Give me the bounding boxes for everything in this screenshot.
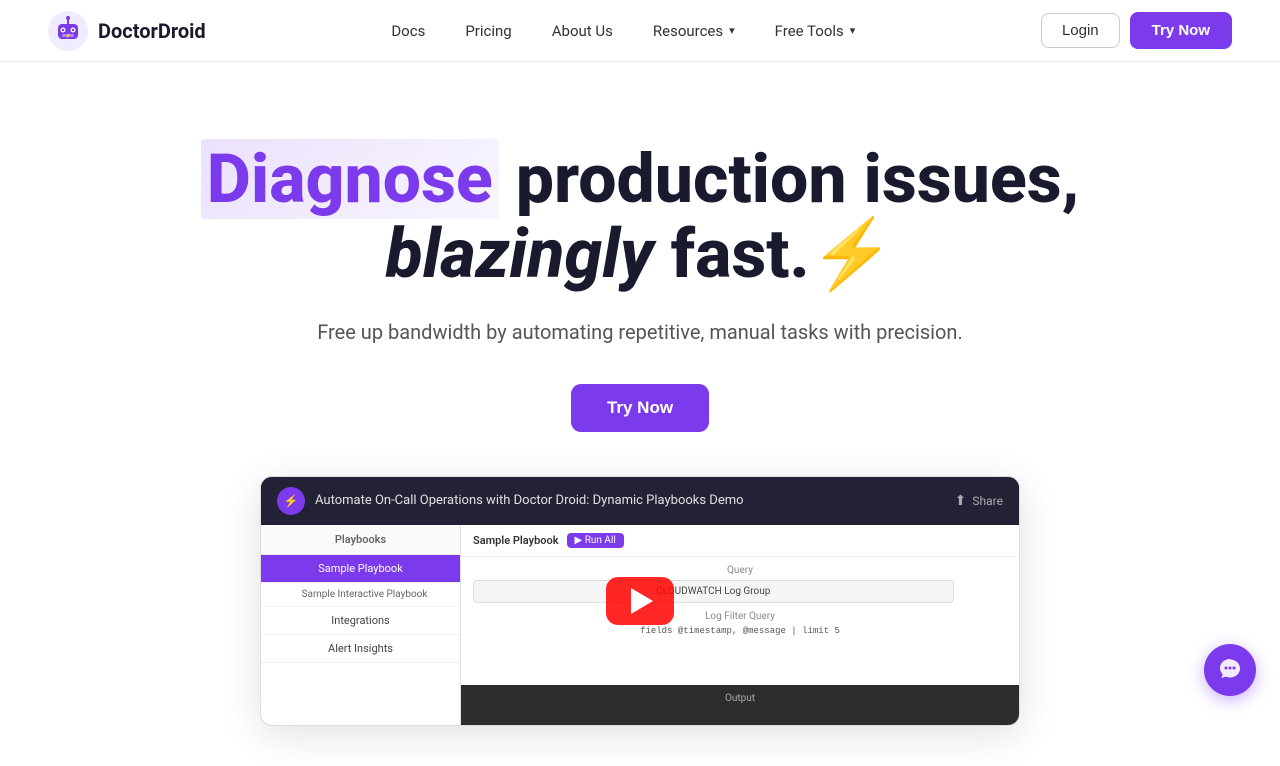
free-tools-chevron-icon: ▾ <box>850 24 856 37</box>
nav-actions: Login Try Now <box>1041 12 1232 49</box>
video-run-all-button[interactable]: ▶ Run All <box>567 533 624 548</box>
hero-section: Diagnose production issues, blazingly fa… <box>0 62 1280 766</box>
chat-icon <box>1217 657 1243 683</box>
try-now-hero-button[interactable]: Try Now <box>571 384 709 432</box>
video-title-row: ⚡ Automate On-Call Operations with Docto… <box>277 487 744 515</box>
log-filter-value: fields @timestamp, @message | limit 5 <box>473 626 1007 636</box>
video-main-content: Sample Playbook ▶ Run All Query CLOUDWAT… <box>461 525 1019 725</box>
navbar: ⚡ DoctorDroid Docs Pricing About Us Reso… <box>0 0 1280 62</box>
video-sidebar-playbooks-header: Playbooks <box>261 525 460 555</box>
svg-text:⚡: ⚡ <box>65 32 71 39</box>
chat-widget-button[interactable] <box>1204 644 1256 696</box>
video-body: Playbooks Sample Playbook Sample Interac… <box>261 525 1019 725</box>
log-filter-label: Log Filter Query <box>473 611 1007 622</box>
logo[interactable]: ⚡ DoctorDroid <box>48 11 206 51</box>
query-label: Query <box>473 565 1007 576</box>
video-brand-icon: ⚡ <box>277 487 305 515</box>
logo-icon: ⚡ <box>48 11 88 51</box>
play-triangle-icon <box>631 588 653 614</box>
nav-resources[interactable]: Resources ▾ <box>637 14 751 48</box>
video-main-top-bar: Sample Playbook ▶ Run All <box>461 525 1019 557</box>
video-sidebar-sample-interactive[interactable]: Sample Interactive Playbook <box>261 583 460 607</box>
hero-heading: Diagnose production issues, blazingly fa… <box>201 142 1080 292</box>
video-share-button[interactable]: ⬆ Share <box>955 493 1003 509</box>
video-sidebar-integrations[interactable]: Integrations <box>261 607 460 635</box>
hero-heading-highlight: Diagnose <box>201 139 499 219</box>
video-sidebar: Playbooks Sample Playbook Sample Interac… <box>261 525 461 725</box>
nav-links: Docs Pricing About Us Resources ▾ Free T… <box>375 14 871 48</box>
try-now-nav-button[interactable]: Try Now <box>1130 12 1232 49</box>
hero-subtext: Free up bandwidth by automating repetiti… <box>317 316 963 348</box>
share-icon: ⬆ <box>955 493 967 509</box>
brand-name: DoctorDroid <box>98 19 206 43</box>
output-label: Output <box>473 693 1007 704</box>
query-value: CLOUDWATCH Log Group <box>473 580 954 603</box>
video-sidebar-sample-playbook[interactable]: Sample Playbook <box>261 555 460 583</box>
video-title: Automate On-Call Operations with Doctor … <box>315 493 744 508</box>
hero-heading-rest: production issues, <box>499 139 1079 219</box>
video-sidebar-alert-insights[interactable]: Alert Insights <box>261 635 460 663</box>
video-top-bar: ⚡ Automate On-Call Operations with Docto… <box>261 477 1019 525</box>
video-preview: ⚡ Automate On-Call Operations with Docto… <box>260 476 1020 726</box>
video-query-section: Query CLOUDWATCH Log Group Log Filter Qu… <box>461 557 1019 685</box>
nav-free-tools[interactable]: Free Tools ▾ <box>759 14 872 48</box>
youtube-play-button[interactable] <box>606 577 674 625</box>
hero-heading-italic: blazingly <box>386 214 654 294</box>
nav-about[interactable]: About Us <box>536 14 629 48</box>
resources-chevron-icon: ▾ <box>729 24 735 37</box>
video-output-section: Output <box>461 685 1019 725</box>
login-button[interactable]: Login <box>1041 13 1120 48</box>
video-playbook-label: Sample Playbook <box>473 534 559 547</box>
nav-pricing[interactable]: Pricing <box>449 14 527 48</box>
nav-docs[interactable]: Docs <box>375 14 441 48</box>
hero-heading-line2-rest: fast.⚡ <box>671 214 895 294</box>
